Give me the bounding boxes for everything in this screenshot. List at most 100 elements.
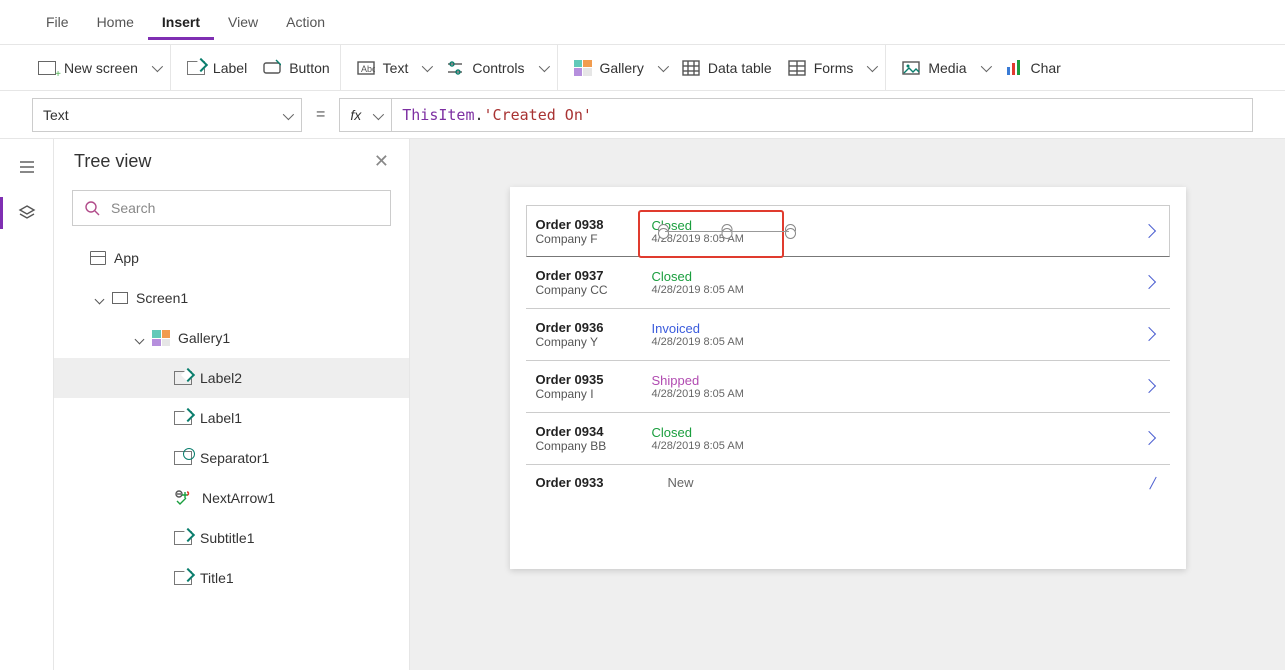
fx-button[interactable]: fx	[339, 98, 392, 132]
gallery-dropdown[interactable]: Gallery	[574, 60, 666, 76]
media-label: Media	[928, 60, 966, 76]
gallery-row[interactable]: Order 0933 New	[526, 465, 1170, 499]
button-button[interactable]: Button	[263, 59, 329, 77]
label-icon	[174, 531, 192, 545]
order-date: 4/28/2019 8:05 AM	[652, 388, 802, 400]
hamburger-button[interactable]	[13, 153, 41, 181]
tree-item-screen1[interactable]: Screen1	[54, 278, 409, 318]
order-status: Closed	[652, 269, 802, 284]
tree-item-label: Gallery1	[178, 330, 230, 346]
order-title: Order 0936	[536, 320, 652, 335]
screen-icon	[112, 292, 128, 304]
data-table-label: Data table	[708, 60, 772, 76]
tree-item-separator1[interactable]: Separator1	[54, 438, 409, 478]
order-company: Company I	[536, 387, 652, 401]
menu-file[interactable]: File	[32, 4, 83, 40]
gallery-row[interactable]: Order 0938 Company F Closed 4/28/2019 8:…	[526, 205, 1170, 257]
expand-caret-icon	[134, 330, 144, 346]
tree-view-title: Tree view	[74, 151, 151, 172]
svg-text:Abc: Abc	[361, 64, 375, 74]
order-date: 4/28/2019 8:05 AM	[652, 336, 802, 348]
order-date: 4/28/2019 8:05 AM	[652, 440, 802, 452]
forms-icon	[788, 59, 806, 77]
label-icon	[174, 411, 192, 425]
controls-icon	[446, 59, 464, 77]
order-status: Closed	[652, 425, 802, 440]
menu-insert[interactable]: Insert	[148, 4, 214, 40]
order-title: Order 0935	[536, 372, 652, 387]
nextarrow-icon	[174, 489, 194, 507]
selection-handles[interactable]	[658, 224, 796, 239]
app-icon	[90, 251, 106, 265]
chevron-right-icon[interactable]	[1141, 327, 1155, 341]
media-dropdown[interactable]: Media	[902, 59, 988, 77]
button-button-label: Button	[289, 60, 329, 76]
order-date: 4/28/2019 8:05 AM	[652, 284, 802, 296]
chevron-right-icon[interactable]	[1141, 275, 1155, 289]
tree-item-nextarrow1[interactable]: NextArrow1	[54, 478, 409, 518]
order-title: Order 0933	[536, 475, 652, 490]
data-table-button[interactable]: Data table	[682, 59, 772, 77]
tree-item-gallery1[interactable]: Gallery1	[54, 318, 409, 358]
chevron-right-icon[interactable]	[1141, 472, 1156, 489]
tree-item-label: Label2	[200, 370, 242, 386]
chevron-down-icon	[277, 107, 291, 123]
controls-label: Controls	[472, 60, 524, 76]
label-button[interactable]: Label	[187, 60, 247, 76]
tree-item-label: App	[114, 250, 139, 266]
controls-dropdown[interactable]: Controls	[446, 59, 546, 77]
order-title: Order 0938	[536, 217, 652, 232]
chevron-right-icon[interactable]	[1141, 431, 1155, 445]
charts-label: Char	[1031, 60, 1061, 76]
charts-dropdown[interactable]: Char	[1005, 59, 1061, 77]
tree-item-label1[interactable]: Label1	[54, 398, 409, 438]
main-area: Tree view ✕ Search App Screen1 Gallery1	[0, 139, 1285, 670]
canvas: Order 0938 Company F Closed 4/28/2019 8:…	[410, 139, 1285, 670]
search-icon	[83, 199, 101, 217]
tree-item-label2[interactable]: Label2	[54, 358, 409, 398]
tree-item-label: Label1	[200, 410, 242, 426]
menu-action[interactable]: Action	[272, 4, 339, 40]
new-screen-button[interactable]: New screen	[38, 60, 160, 76]
order-company: Company F	[536, 232, 652, 246]
tree-item-title1[interactable]: Title1	[54, 558, 409, 598]
tree-item-label: Separator1	[200, 450, 269, 466]
formula-token-field: 'Created On'	[484, 106, 592, 124]
gallery-row[interactable]: Order 0934 Company BB Closed 4/28/2019 8…	[526, 413, 1170, 465]
tree-item-app[interactable]: App	[54, 238, 409, 278]
chevron-right-icon[interactable]	[1141, 379, 1155, 393]
label-icon	[174, 571, 192, 585]
left-rail	[0, 139, 54, 670]
formula-input[interactable]: ThisItem.'Created On'	[392, 98, 1253, 132]
gallery-label: Gallery	[600, 60, 644, 76]
order-company: Company CC	[536, 283, 652, 297]
app-preview: Order 0938 Company F Closed 4/28/2019 8:…	[510, 187, 1186, 569]
tree-item-subtitle1[interactable]: Subtitle1	[54, 518, 409, 558]
formula-token-thisitem: ThisItem	[402, 106, 474, 124]
gallery-row[interactable]: Order 0936 Company Y Invoiced 4/28/2019 …	[526, 309, 1170, 361]
gallery-icon	[152, 330, 170, 346]
order-company: Company BB	[536, 439, 652, 453]
close-tree-view-button[interactable]: ✕	[374, 151, 389, 172]
new-screen-icon	[38, 61, 56, 75]
menu-view[interactable]: View	[214, 4, 272, 40]
gallery-row[interactable]: Order 0935 Company I Shipped 4/28/2019 8…	[526, 361, 1170, 413]
new-screen-label: New screen	[64, 60, 138, 76]
property-selector[interactable]: Text	[32, 98, 302, 132]
label-button-label: Label	[213, 60, 247, 76]
gallery-row[interactable]: Order 0937 Company CC Closed 4/28/2019 8…	[526, 257, 1170, 309]
order-status: Invoiced	[652, 321, 802, 336]
separator-icon	[174, 451, 192, 465]
label-icon	[187, 61, 205, 75]
chevron-right-icon[interactable]	[1141, 223, 1155, 237]
layers-icon	[18, 204, 36, 222]
text-dropdown[interactable]: Abc Text	[357, 59, 431, 77]
forms-dropdown[interactable]: Forms	[788, 59, 876, 77]
insert-ribbon: New screen Label Button Abc Text Control…	[0, 45, 1285, 91]
order-title: Order 0937	[536, 268, 652, 283]
tree-item-label: NextArrow1	[202, 490, 275, 506]
menu-home[interactable]: Home	[83, 4, 148, 40]
text-icon: Abc	[357, 59, 375, 77]
tree-view-rail-button[interactable]	[13, 199, 41, 227]
tree-search-input[interactable]: Search	[72, 190, 391, 226]
